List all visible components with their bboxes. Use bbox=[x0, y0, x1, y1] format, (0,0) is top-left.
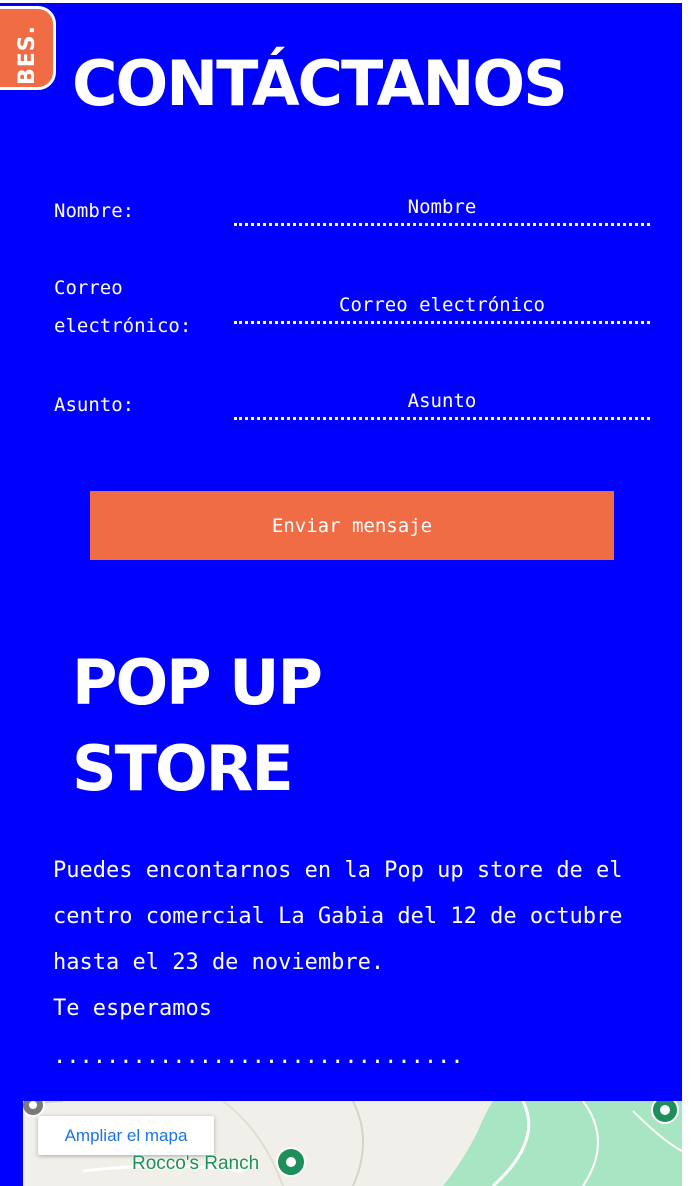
brand-logo[interactable]: BES. bbox=[0, 6, 56, 90]
contact-title: CONTÁCTANOS bbox=[72, 47, 568, 120]
map-place-label[interactable]: Rocco's Ranch bbox=[132, 1153, 259, 1175]
dotted-separator: ............................... bbox=[53, 1044, 464, 1069]
page: BES. CONTÁCTANOS Nombre: Correo electrón… bbox=[0, 0, 682, 1186]
enlarge-map-button[interactable]: Ampliar el mapa bbox=[38, 1116, 214, 1155]
email-label: Correo electrónico: bbox=[54, 277, 192, 337]
subject-input[interactable] bbox=[234, 384, 650, 420]
popup-store-description: Puedes encontarnos en la Pop up store de… bbox=[53, 848, 653, 1032]
map-pin-icon[interactable] bbox=[23, 1101, 45, 1117]
popup-store-text: Puedes encontarnos en la Pop up store de… bbox=[53, 858, 623, 975]
popup-store-title: POP UP STORE bbox=[72, 646, 323, 805]
email-input[interactable] bbox=[234, 288, 650, 324]
embedded-map[interactable]: Ampliar el mapa Rocco's Ranch bbox=[23, 1101, 682, 1186]
name-input[interactable] bbox=[234, 190, 650, 226]
subject-label: Asunto: bbox=[54, 394, 135, 416]
map-pin-icon[interactable] bbox=[276, 1147, 306, 1177]
top-divider bbox=[0, 0, 682, 3]
popup-store-greeting: Te esperamos bbox=[53, 996, 212, 1021]
send-message-button[interactable]: Enviar mensaje bbox=[90, 491, 614, 560]
map-pin-icon[interactable] bbox=[651, 1101, 679, 1124]
scrollbar[interactable] bbox=[682, 0, 700, 1186]
name-label: Nombre: bbox=[54, 200, 135, 222]
brand-logo-text: BES. bbox=[14, 25, 40, 85]
